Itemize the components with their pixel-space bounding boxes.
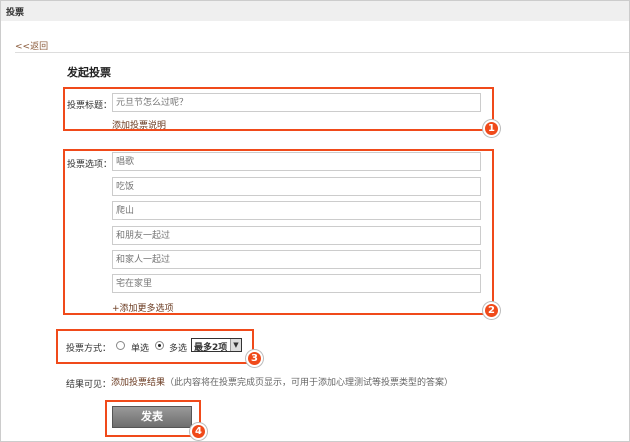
step-badge-1: 1	[483, 120, 500, 137]
step-badge-2: 2	[483, 302, 500, 319]
option-input-3[interactable]	[112, 201, 481, 220]
divider	[15, 52, 629, 53]
add-more-options-link[interactable]: +添加更多选项	[112, 301, 174, 314]
page-title: 发起投票	[67, 66, 111, 79]
header-title: 投票	[1, 1, 629, 21]
back-link[interactable]: <<返回	[15, 39, 48, 52]
single-choice-label: 单选	[131, 344, 150, 354]
max-choices-select[interactable]: 最多2项 ▼	[191, 338, 242, 353]
step-badge-4: 4	[190, 423, 207, 440]
chevron-down-icon: ▼	[230, 339, 241, 351]
options-label: 投票选项：	[67, 160, 113, 170]
step-badge-3: 3	[246, 350, 263, 367]
add-description-link[interactable]: 添加投票说明	[112, 118, 166, 131]
option-input-2[interactable]	[112, 177, 481, 196]
multi-choice-label: 多选	[169, 344, 188, 354]
option-input-1[interactable]	[112, 152, 481, 171]
option-input-4[interactable]	[112, 226, 481, 245]
single-choice-radio[interactable]	[116, 341, 125, 350]
vote-mode-label: 投票方式：	[66, 344, 112, 354]
max-choices-value: 最多2项	[194, 343, 228, 353]
add-result-link[interactable]: 添加投票结果	[111, 375, 165, 388]
option-input-5[interactable]	[112, 250, 481, 269]
submit-button[interactable]: 发表	[112, 406, 192, 428]
result-label: 结果可见：	[66, 380, 112, 390]
result-note: （此内容将在投票完成页显示，可用于添加心理测试等投票类型的答案）	[165, 378, 454, 388]
option-input-6[interactable]	[112, 274, 481, 293]
multi-choice-radio[interactable]	[155, 341, 164, 350]
title-label: 投票标题：	[67, 101, 113, 111]
title-input[interactable]	[112, 93, 481, 112]
